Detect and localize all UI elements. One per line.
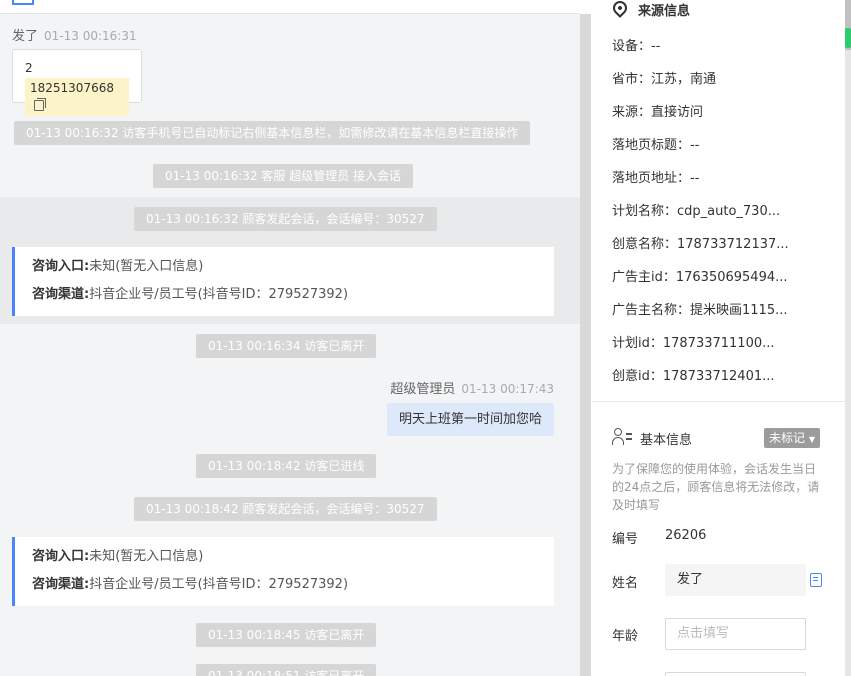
agent-message-bubble: 明天上班第一时间加您哈 bbox=[386, 403, 554, 436]
channel-label: 咨询渠道: bbox=[32, 577, 90, 592]
section-divider bbox=[592, 401, 845, 402]
source-info-title: 来源信息 bbox=[638, 4, 691, 19]
edit-notice: 为了保障您的使用体验，会话发生当日的24点之后，顾客信息将无法修改，请及时填写 bbox=[612, 462, 820, 512]
copy-icon[interactable] bbox=[810, 573, 822, 587]
name-label: 姓名 bbox=[612, 576, 639, 591]
system-notice: 01-13 00:16:32 客服 超级管理员 接入会话 bbox=[153, 164, 414, 188]
landing-page-url: 落地页地址：-- bbox=[612, 171, 700, 186]
channel-label: 咨询渠道: bbox=[32, 287, 90, 302]
advertiser-id: 广告主id：176350695494... bbox=[612, 270, 788, 285]
source-device: 设备：-- bbox=[612, 39, 661, 54]
source-channel: 来源：直接访问 bbox=[612, 105, 704, 120]
message-text: 2 bbox=[25, 61, 33, 75]
toolbar-tab-indicator[interactable] bbox=[12, 0, 34, 5]
phone-number: 18251307668 bbox=[30, 81, 114, 95]
user-card-icon bbox=[612, 428, 632, 446]
message-time: 01-13 00:17:43 bbox=[461, 382, 554, 396]
plan-name: 计划名称：cdp_auto_730... bbox=[612, 204, 781, 219]
message-meta: 超级管理员 01-13 00:17:43 bbox=[390, 378, 554, 397]
chat-toolbar bbox=[0, 0, 580, 14]
consult-info-card: 咨询入口:未知(暂无入口信息) 咨询渠道:抖音企业号/员工号(抖音号ID：279… bbox=[12, 247, 554, 316]
channel-value: 抖音企业号/员工号(抖音号ID：279527392) bbox=[89, 577, 349, 592]
age-field[interactable]: 点击填写 bbox=[665, 618, 806, 650]
system-notice: 01-13 00:18:42 访客已进线 bbox=[196, 454, 377, 478]
entry-label: 咨询入口: bbox=[32, 549, 90, 564]
system-notice: 01-13 00:18:45 访客已离开 bbox=[196, 623, 377, 647]
age-label: 年龄 bbox=[612, 629, 639, 644]
location-pin-icon bbox=[610, 0, 630, 18]
channel-value: 抖音企业号/员工号(抖音号ID：279527392) bbox=[89, 287, 349, 302]
chat-panel: 发了 01-13 00:16:31 2 18251307668 01-13 00:… bbox=[0, 0, 580, 676]
scrollbar-indicator bbox=[845, 28, 851, 48]
customer-info-panel: 来源信息 设备：-- 省市：江苏，南通 来源：直接访问 落地页标题：-- 落地页… bbox=[592, 0, 845, 676]
system-notice: 01-13 00:16:32 顾客发起会话，会话编号：30527 bbox=[134, 207, 437, 231]
mark-status-dropdown[interactable]: 未标记 ▼ bbox=[764, 428, 820, 448]
visitor-message-bubble: 2 18251307668 bbox=[12, 49, 142, 116]
caret-down-icon: ▼ bbox=[808, 435, 815, 444]
chat-scrollbar[interactable] bbox=[580, 14, 591, 676]
id-value: 26206 bbox=[665, 528, 707, 543]
consult-info-card: 咨询入口:未知(暂无入口信息) 咨询渠道:抖音企业号/员工号(抖音号ID：279… bbox=[12, 537, 554, 606]
advertiser-name: 广告主名称：提米映画1115... bbox=[612, 303, 788, 318]
system-notice: 01-13 00:18:51 访客已离开 bbox=[196, 664, 377, 676]
creative-name: 创意名称：178733712137... bbox=[612, 237, 789, 252]
message-time: 01-13 00:16:31 bbox=[44, 29, 137, 43]
next-field[interactable] bbox=[665, 672, 806, 676]
mark-status-label: 未标记 bbox=[769, 431, 806, 445]
entry-row: 咨询入口:未知(暂无入口信息) bbox=[32, 547, 554, 575]
channel-row: 咨询渠道:抖音企业号/员工号(抖音号ID：279527392) bbox=[32, 575, 554, 603]
sender-name: 发了 bbox=[12, 29, 39, 44]
entry-value: 未知(暂无入口信息) bbox=[89, 259, 204, 274]
system-notice: 01-13 00:16:34 访客已离开 bbox=[196, 334, 377, 358]
system-notice: 01-13 00:18:42 顾客发起会话，会话编号：30527 bbox=[134, 497, 437, 521]
info-scrollbar[interactable] bbox=[845, 0, 851, 676]
basic-info-title: 基本信息 bbox=[640, 433, 693, 448]
phone-number-highlight[interactable]: 18251307668 bbox=[25, 78, 129, 116]
channel-row: 咨询渠道:抖音企业号/员工号(抖音号ID：279527392) bbox=[32, 285, 554, 313]
entry-value: 未知(暂无入口信息) bbox=[89, 549, 204, 564]
plan-id: 计划id：178733711100... bbox=[612, 336, 775, 351]
sender-name: 超级管理员 bbox=[390, 382, 456, 397]
message-meta: 发了 01-13 00:16:31 bbox=[12, 25, 137, 44]
entry-label: 咨询入口: bbox=[32, 259, 90, 274]
landing-page-title: 落地页标题：-- bbox=[612, 138, 700, 153]
name-field[interactable]: 发了 bbox=[665, 564, 806, 596]
entry-row: 咨询入口:未知(暂无入口信息) bbox=[32, 257, 554, 285]
system-notice: 01-13 00:16:32 访客手机号已自动标记右侧基本信息栏，如需修改请在基… bbox=[14, 121, 531, 145]
id-label: 编号 bbox=[612, 532, 639, 547]
copy-icon[interactable] bbox=[34, 98, 46, 111]
source-region: 省市：江苏，南通 bbox=[612, 72, 717, 87]
creative-id: 创意id：178733712401... bbox=[612, 369, 775, 384]
